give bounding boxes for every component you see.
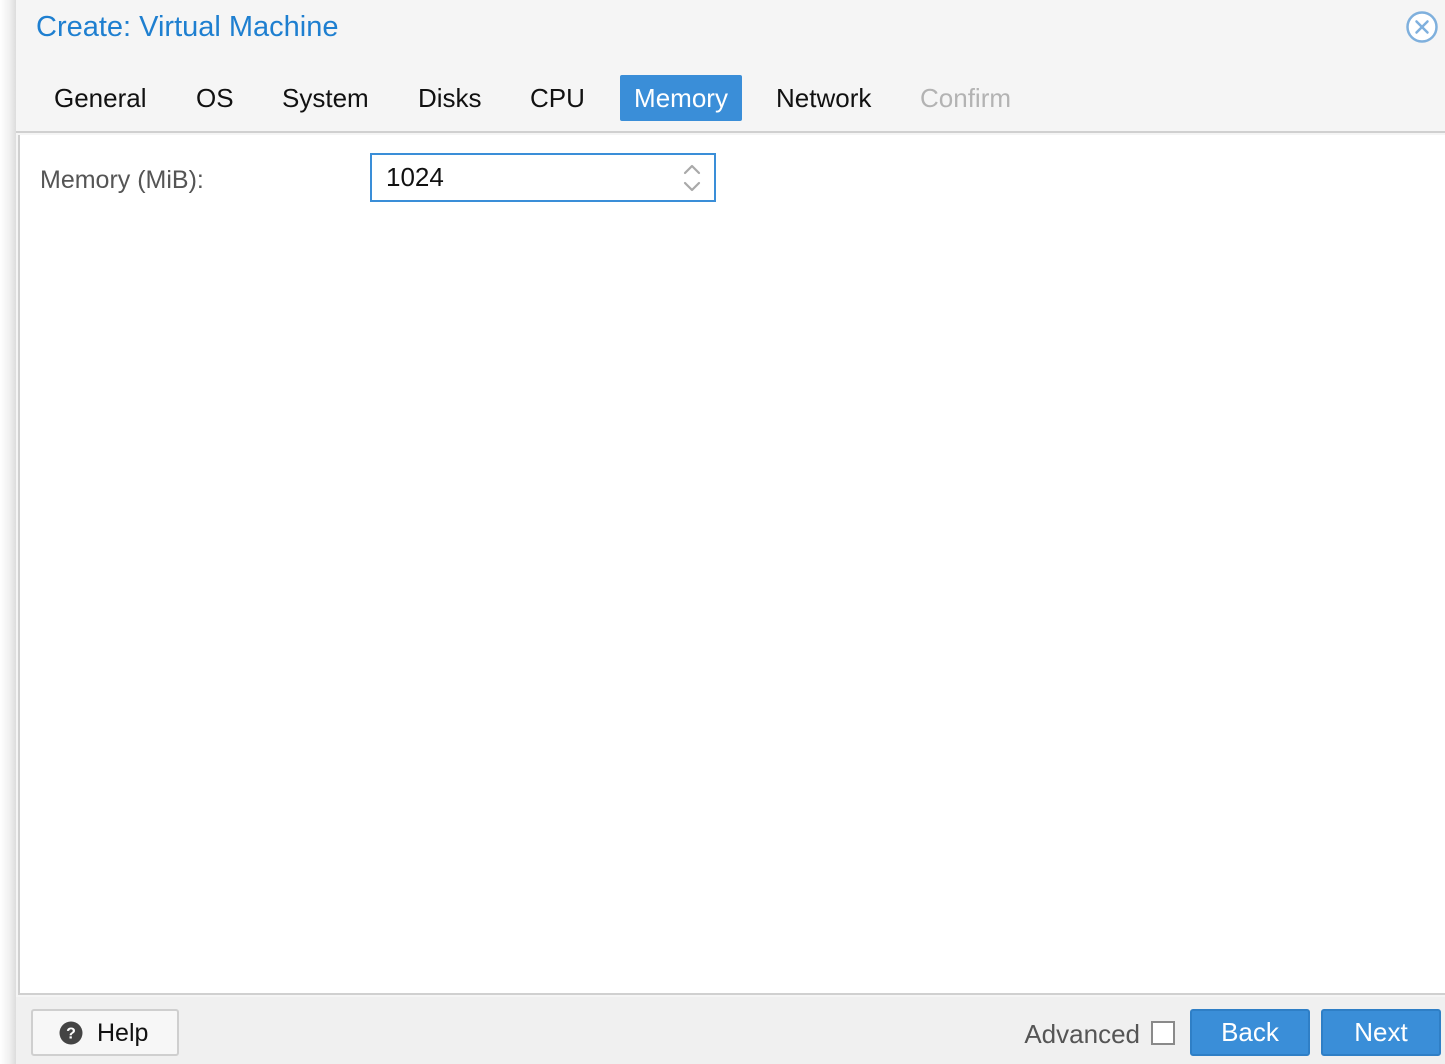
svg-text:?: ?: [66, 1026, 76, 1043]
memory-panel: Memory (MiB):: [18, 135, 1445, 995]
memory-field: [370, 153, 716, 202]
memory-input[interactable]: [372, 155, 672, 200]
next-button[interactable]: Next: [1321, 1009, 1441, 1056]
advanced-label: Advanced: [1024, 1019, 1140, 1049]
dialog-titlebar: Create: Virtual Machine: [16, 0, 1445, 60]
tab-os[interactable]: OS: [182, 75, 248, 121]
advanced-checkbox[interactable]: [1151, 1021, 1175, 1045]
tab-system[interactable]: System: [268, 75, 383, 121]
tab-cpu[interactable]: CPU: [516, 75, 599, 121]
help-button[interactable]: ? Help: [31, 1009, 179, 1056]
question-circle-icon: ?: [59, 1021, 83, 1045]
tab-network[interactable]: Network: [762, 75, 885, 121]
dialog-footer: ? Help Advanced Back Next: [16, 997, 1445, 1064]
tab-disks[interactable]: Disks: [404, 75, 496, 121]
close-button[interactable]: [1405, 10, 1439, 44]
tab-general[interactable]: General: [40, 75, 161, 121]
back-button[interactable]: Back: [1190, 1009, 1310, 1056]
tab-confirm: Confirm: [920, 83, 1012, 113]
wizard-tab-bar: General OS System Disks CPU Memory Netwo…: [16, 60, 1445, 133]
help-label: Help: [97, 1019, 149, 1047]
dialog-title: Create: Virtual Machine: [36, 11, 339, 43]
memory-spinner[interactable]: [680, 161, 704, 195]
close-circle-icon: [1406, 11, 1438, 43]
window-edge-shadow: [0, 0, 16, 1064]
memory-label: Memory (MiB):: [40, 166, 204, 194]
tab-memory[interactable]: Memory: [620, 75, 742, 121]
create-vm-dialog: Create: Virtual Machine General OS Syste…: [0, 0, 1445, 1064]
spinner-arrows-icon: [683, 164, 701, 192]
